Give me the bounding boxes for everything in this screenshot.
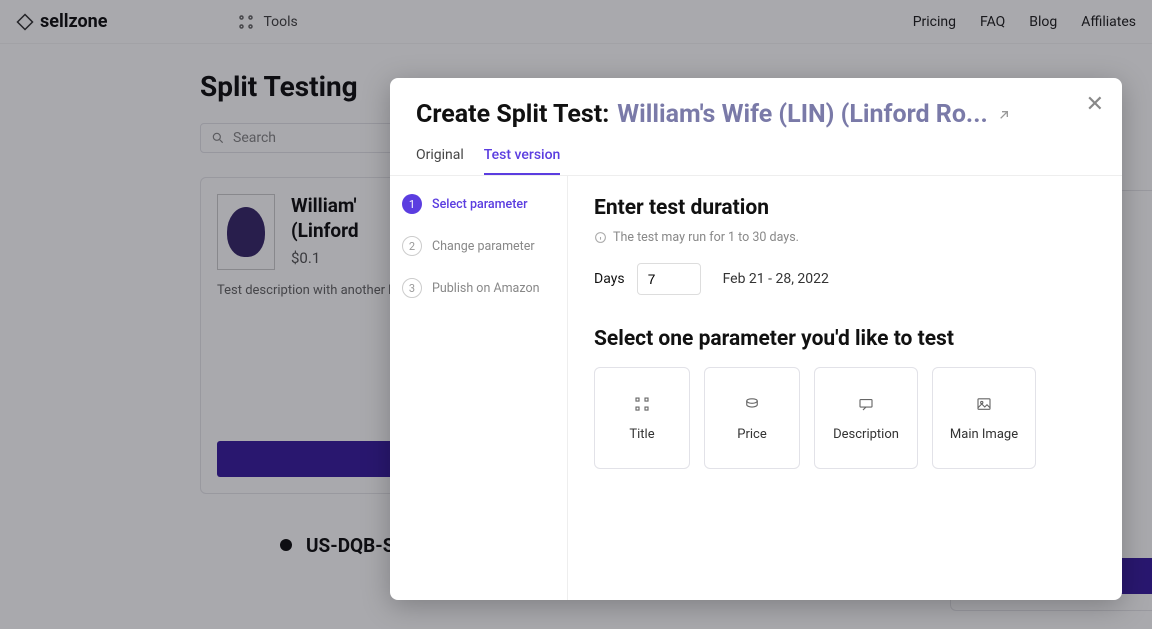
- param-main-image[interactable]: Main Image: [932, 367, 1036, 469]
- modal-title-prefix: Create Split Test:: [416, 100, 609, 129]
- step-label: Select parameter: [432, 197, 528, 212]
- param-description[interactable]: Description: [814, 367, 918, 469]
- param-label: Title: [629, 427, 654, 442]
- info-icon: [594, 231, 607, 244]
- external-link-icon[interactable]: [996, 107, 1012, 123]
- title-icon: [633, 395, 651, 413]
- modal-body: 1 Select parameter 2 Change parameter 3 …: [390, 175, 1122, 600]
- step-select-parameter[interactable]: 1 Select parameter: [402, 194, 555, 214]
- close-icon[interactable]: ✕: [1086, 92, 1104, 117]
- date-range: Feb 21 - 28, 2022: [723, 271, 829, 287]
- step-number: 2: [402, 236, 422, 256]
- param-label: Description: [833, 427, 899, 442]
- section-parameter-title: Select one parameter you'd like to test: [594, 327, 1096, 351]
- step-number: 1: [402, 194, 422, 214]
- step-number: 3: [402, 278, 422, 298]
- parameter-grid: Title Price Description Main Image: [594, 367, 1096, 469]
- step-label: Change parameter: [432, 239, 535, 254]
- param-title[interactable]: Title: [594, 367, 690, 469]
- modal-header: Create Split Test: William's Wife (LIN) …: [390, 78, 1122, 175]
- image-icon: [975, 395, 993, 413]
- step-publish-on-amazon[interactable]: 3 Publish on Amazon: [402, 278, 555, 298]
- days-label: Days: [594, 271, 625, 287]
- modal-tabs: Original Test version: [416, 147, 1096, 175]
- section-duration-title: Enter test duration: [594, 196, 1096, 220]
- hint-text: The test may run for 1 to 30 days.: [613, 230, 799, 245]
- price-icon: [743, 395, 761, 413]
- duration-hint: The test may run for 1 to 30 days.: [594, 230, 1096, 245]
- modal-content: Enter test duration The test may run for…: [568, 176, 1122, 600]
- step-change-parameter[interactable]: 2 Change parameter: [402, 236, 555, 256]
- param-label: Main Image: [950, 427, 1018, 442]
- modal-title-product: William's Wife (LIN) (Linford Ro...: [617, 100, 987, 129]
- duration-row: Days Feb 21 - 28, 2022: [594, 263, 1096, 295]
- tab-original[interactable]: Original: [416, 147, 464, 175]
- days-input[interactable]: [637, 263, 701, 295]
- param-label: Price: [737, 427, 766, 442]
- step-label: Publish on Amazon: [432, 281, 540, 296]
- description-icon: [857, 395, 875, 413]
- tab-test-version[interactable]: Test version: [484, 147, 561, 175]
- steps-sidebar: 1 Select parameter 2 Change parameter 3 …: [390, 176, 568, 600]
- modal-title: Create Split Test: William's Wife (LIN) …: [416, 100, 1096, 129]
- param-price[interactable]: Price: [704, 367, 800, 469]
- create-split-test-modal: ✕ Create Split Test: William's Wife (LIN…: [390, 78, 1122, 600]
